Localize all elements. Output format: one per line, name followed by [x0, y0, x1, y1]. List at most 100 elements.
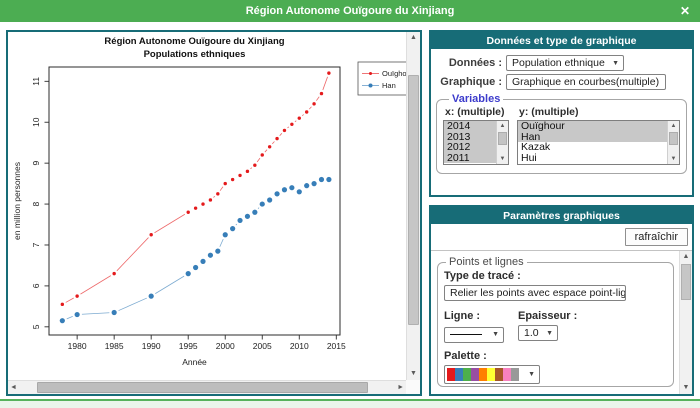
- list-item[interactable]: 2011: [444, 153, 496, 164]
- svg-text:1980: 1980: [68, 341, 87, 351]
- line-style-select[interactable]: ▼: [444, 327, 504, 343]
- scroll-up-icon[interactable]: ▲: [408, 32, 419, 44]
- graphique-select[interactable]: Graphique en courbes(multiple) ▼: [506, 74, 666, 90]
- list-item[interactable]: 2013: [444, 132, 496, 143]
- scrollbar-corner: [406, 380, 420, 394]
- scroll-up-icon[interactable]: ▲: [500, 121, 506, 131]
- params-vertical-scrollbar[interactable]: ▲ ▼: [679, 251, 692, 394]
- chevron-down-icon: ▼: [612, 60, 619, 67]
- params-panel-header: Paramètres graphiques: [431, 207, 692, 224]
- graphique-label: Graphique :: [436, 76, 502, 88]
- palette-swatches: [447, 368, 519, 381]
- refresh-button[interactable]: rafraîchir: [625, 228, 688, 246]
- svg-text:11: 11: [31, 77, 41, 86]
- svg-text:2010: 2010: [290, 341, 309, 351]
- list-item[interactable]: Ouïghour: [518, 121, 667, 132]
- chart-svg: Région Autonome Ouïgoure du Xinjiang Popu…: [8, 32, 420, 394]
- thickness-select[interactable]: 1.0 ▼: [518, 325, 558, 341]
- svg-text:10: 10: [31, 117, 41, 127]
- y-variable-header: y: (multiple): [519, 106, 680, 118]
- svg-text:Han: Han: [382, 81, 396, 90]
- chevron-down-icon: ▼: [546, 330, 553, 337]
- svg-text:en million personnes: en million personnes: [12, 162, 22, 240]
- close-icon[interactable]: ✕: [680, 3, 690, 19]
- palette-select[interactable]: ▼: [444, 365, 540, 384]
- bottom-strip: [0, 399, 700, 408]
- palette-swatch: [503, 368, 511, 381]
- chart-horizontal-scrollbar[interactable]: ◄ ►: [8, 380, 406, 394]
- svg-text:Populations ethniques: Populations ethniques: [144, 49, 246, 60]
- palette-swatch: [511, 368, 519, 381]
- x-variable-list[interactable]: 2014201320122011 ▲ ▼: [443, 120, 509, 165]
- graphique-select-value: Graphique en courbes(multiple): [512, 76, 659, 88]
- list-item[interactable]: 2014: [444, 121, 496, 132]
- params-panel: Paramètres graphiques rafraîchir Points …: [429, 205, 694, 396]
- variables-fieldset: Variables x: (multiple) 2014201320122011…: [436, 93, 687, 174]
- chart-panel: Région Autonome Ouïgoure du Xinjiang Popu…: [6, 30, 422, 396]
- svg-text:1995: 1995: [179, 341, 198, 351]
- svg-text:5: 5: [31, 324, 41, 329]
- palette-swatch: [447, 368, 455, 381]
- params-scroll-area: Points et lignes Type de tracé : Relier …: [431, 250, 692, 394]
- svg-text:1985: 1985: [105, 341, 124, 351]
- y-list-scroll-thumb[interactable]: [669, 132, 678, 145]
- chevron-down-icon: ▼: [665, 79, 666, 86]
- scroll-up-icon[interactable]: ▲: [671, 121, 677, 131]
- list-item[interactable]: 2012: [444, 142, 496, 153]
- window-title: Région Autonome Ouïgoure du Xinjiang: [246, 5, 455, 17]
- list-item[interactable]: Han: [518, 132, 667, 143]
- ligne-label: Ligne :: [444, 310, 518, 322]
- horizontal-scroll-thumb[interactable]: [37, 382, 368, 393]
- variables-legend: Variables: [449, 93, 503, 105]
- y-list-scrollbar[interactable]: ▲ ▼: [667, 121, 679, 164]
- svg-text:1990: 1990: [142, 341, 161, 351]
- palette-swatch: [471, 368, 479, 381]
- chevron-down-icon: ▼: [528, 371, 535, 378]
- points-lines-fieldset: Points et lignes Type de tracé : Relier …: [437, 256, 674, 387]
- data-panel-header: Données et type de graphique: [431, 32, 692, 49]
- scroll-left-icon[interactable]: ◄: [8, 382, 19, 394]
- x-list-scroll-thumb[interactable]: [498, 132, 507, 145]
- app-window: Région Autonome Ouïgoure du Xinjiang ✕ R…: [0, 0, 700, 408]
- data-panel: Données et type de graphique Données : P…: [429, 30, 694, 197]
- scroll-down-icon[interactable]: ▼: [500, 154, 506, 164]
- trace-type-value: Relier les points avec espace point-lign…: [450, 287, 626, 299]
- chart-vertical-scrollbar[interactable]: ▲ ▼: [406, 32, 420, 380]
- list-item[interactable]: Hui: [518, 153, 667, 164]
- vertical-scroll-thumb[interactable]: [408, 75, 419, 325]
- palette-swatch: [479, 368, 487, 381]
- palette-swatch: [487, 368, 495, 381]
- thickness-value: 1.0: [524, 327, 539, 339]
- svg-text:2000: 2000: [216, 341, 235, 351]
- scroll-down-icon[interactable]: ▼: [408, 368, 419, 380]
- trace-type-label: Type de tracé :: [444, 270, 665, 282]
- x-variable-header: x: (multiple): [445, 106, 509, 118]
- palette-swatch: [495, 368, 503, 381]
- svg-text:9: 9: [31, 161, 41, 166]
- palette-swatch: [455, 368, 463, 381]
- svg-text:Région Autonome Ouïgoure du Xi: Région Autonome Ouïgoure du Xinjiang: [104, 36, 284, 47]
- svg-text:7: 7: [31, 242, 41, 247]
- list-item[interactable]: Kazak: [518, 142, 667, 153]
- params-scroll-thumb[interactable]: [681, 264, 691, 300]
- titlebar: Région Autonome Ouïgoure du Xinjiang ✕: [0, 0, 700, 22]
- scroll-up-icon[interactable]: ▲: [681, 251, 692, 263]
- trace-type-select[interactable]: Relier les points avec espace point-lign…: [444, 285, 626, 301]
- donnees-select[interactable]: Population ethnique ▼: [506, 55, 624, 71]
- y-variable-list[interactable]: OuïghourHanKazakHui ▲ ▼: [517, 120, 680, 165]
- svg-text:6: 6: [31, 283, 41, 288]
- donnees-select-value: Population ethnique: [512, 57, 605, 69]
- svg-text:Année: Année: [182, 357, 207, 367]
- palette-swatch: [463, 368, 471, 381]
- svg-text:8: 8: [31, 201, 41, 206]
- x-list-scrollbar[interactable]: ▲ ▼: [496, 121, 508, 164]
- points-lines-legend: Points et lignes: [446, 256, 527, 268]
- line-style-sample: [450, 334, 482, 335]
- chevron-down-icon: ▼: [492, 331, 499, 338]
- scroll-right-icon[interactable]: ►: [395, 382, 406, 394]
- epaisseur-label: Epaisseur :: [518, 310, 665, 322]
- donnees-label: Données :: [436, 57, 502, 69]
- svg-text:2015: 2015: [327, 341, 346, 351]
- scroll-down-icon[interactable]: ▼: [681, 382, 692, 394]
- scroll-down-icon[interactable]: ▼: [671, 154, 677, 164]
